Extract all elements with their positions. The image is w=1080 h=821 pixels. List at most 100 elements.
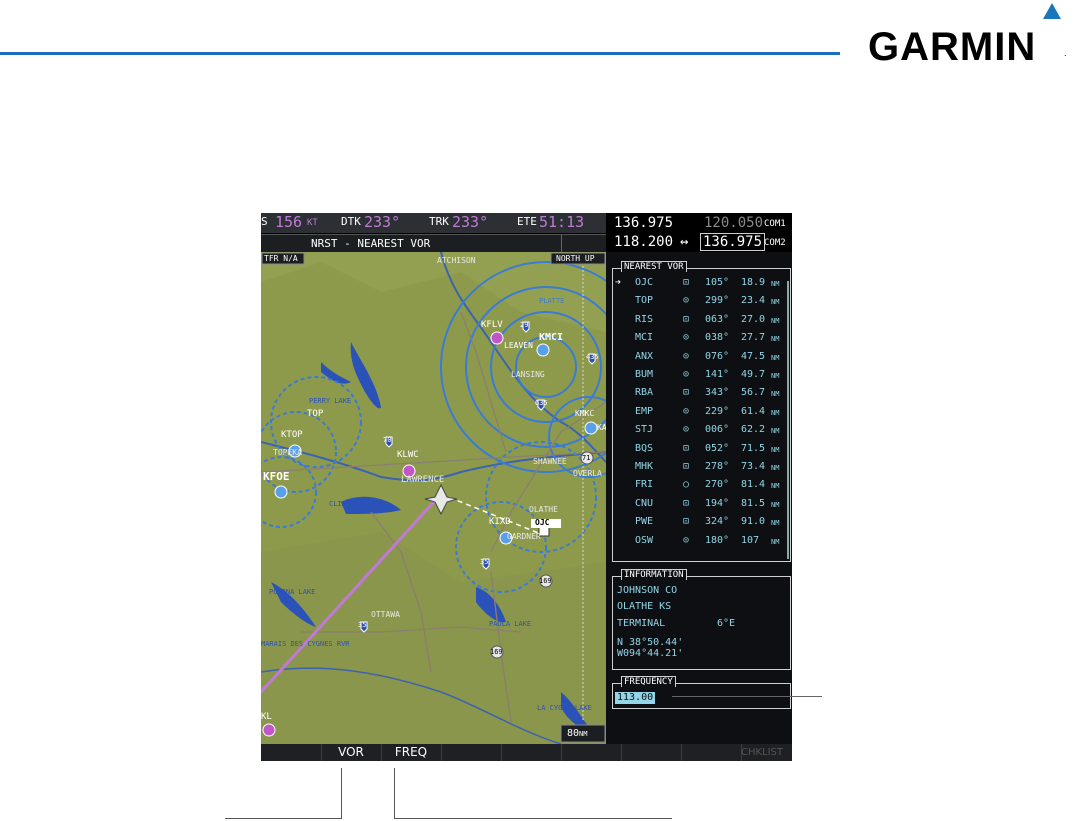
vor-symbol-icon: ⊡ (683, 442, 690, 454)
vor-list-item[interactable]: ➔ OJC ⊡ 105° 18.9 NM (613, 275, 790, 291)
map-label-la-cygne-lake: LA CYGNE LAKE (537, 704, 592, 712)
vor-distance: 62.2 (741, 424, 766, 436)
vor-bearing: 278° (705, 461, 730, 472)
map-label-clinton-lake: CLINTON LAKE (329, 500, 380, 508)
vor-list-item[interactable]: ANX ⊙ 076° 47.5 NM (613, 349, 790, 365)
vor-list-item[interactable]: BUM ⊙ 141° 49.7 NM (613, 367, 790, 383)
vor-list-item[interactable]: BQS ⊡ 052° 71.5 NM (613, 441, 790, 457)
softkey-bar: VOR FREQ CHKLIST (261, 744, 792, 761)
map-label-marais: MARAIS DES CYGNES RVR (261, 640, 350, 648)
map-range-unit: NM (579, 730, 588, 738)
garmin-delta-icon (1043, 3, 1061, 19)
navigation-map[interactable]: TFR N/A NORTH UP 80NM ATCHISON KFLV LEAV… (261, 252, 606, 744)
dtk-label: DTK (341, 215, 361, 228)
header-rule (0, 52, 840, 55)
vor-distance: 81.5 (741, 497, 766, 509)
nav-status-bar: S 156 KT DTK 233° TRK 233° ETE 51:13 (261, 213, 606, 233)
vor-distance-unit: NM (771, 427, 780, 436)
vor-bearing: 229° (705, 405, 730, 417)
softkey-6[interactable] (561, 744, 622, 761)
vor-list-item[interactable]: PWE ⊡ 324° 91.0 NM (613, 514, 790, 530)
map-label-platte: PLATTE (539, 297, 565, 305)
title-side-box (561, 235, 606, 252)
vor-list-item[interactable]: CNU ⊡ 194° 81.5 NM (613, 496, 790, 512)
softkey-1[interactable] (261, 744, 322, 761)
vor-bearing: 270° (705, 479, 730, 491)
softkey-5[interactable] (501, 744, 562, 761)
vor-bearing: 180° (705, 534, 730, 546)
vor-longitude: W094°44.21' (617, 648, 684, 659)
map-label-kflv: KFLV (481, 320, 503, 330)
softkey-vor[interactable]: VOR (321, 744, 382, 761)
frequency-label: FREQUENCY (621, 676, 676, 687)
tfr-status: TFR N/A (264, 254, 298, 263)
map-label-top: TOP (307, 409, 324, 419)
vor-identifier: MCI (635, 332, 654, 344)
vor-symbol-icon: ⊙ (683, 424, 690, 436)
frequency-value[interactable]: 113.00 (615, 692, 656, 704)
softkey-7[interactable] (621, 744, 682, 761)
highway-635: 635 (535, 399, 548, 407)
vor-distance-unit: NM (771, 482, 780, 491)
vor-list-item[interactable]: OSW ⊙ 180° 107 NM (613, 533, 790, 549)
vor-distance-unit: NM (771, 445, 780, 454)
page-title-bar: NRST - NEAREST VOR (261, 234, 606, 252)
vor-list-scrollbar[interactable] (787, 281, 789, 559)
vor-distance-unit: NM (771, 500, 780, 509)
vor-distance-unit: NM (771, 280, 780, 288)
com1-standby-freq[interactable]: 120.050 (704, 215, 763, 231)
nearest-vor-label: NEAREST VOR (621, 261, 687, 272)
map-label-atchison: ATCHISON (437, 256, 476, 265)
vor-identifier: TOP (635, 295, 654, 307)
callout-freq-horizontal (394, 818, 672, 819)
vor-symbol-icon: ⊙ (683, 350, 690, 362)
vor-list-item[interactable]: MHK ⊡ 278° 73.4 NM (613, 459, 790, 475)
swap-arrow-icon[interactable]: ↔ (680, 234, 688, 250)
map-label-leaven: LEAVEN (504, 341, 533, 350)
vor-symbol-icon: ⊙ (683, 332, 690, 344)
map-label-kmkc: KMKC (575, 409, 595, 418)
vor-bearing: 141° (705, 369, 730, 380)
vor-symbol-icon: ⊙ (683, 405, 690, 417)
vor-list-item[interactable]: RIS ⊡ 063° 27.0 NM (613, 312, 790, 328)
vor-identifier: ANX (635, 350, 654, 362)
vor-list-item[interactable]: TOP ⊙ 299° 23.4 NM (613, 293, 790, 309)
com1-label: COM1 (764, 219, 786, 229)
map-label-kixd: KIXD (489, 517, 511, 527)
callout-vor-vertical (341, 768, 342, 819)
map-label-kc: KA (597, 423, 606, 432)
gs-label: S (261, 215, 268, 228)
vor-identifier: OSW (635, 534, 654, 546)
vor-distance: 81.4 (741, 479, 766, 491)
vor-list-item[interactable]: MCI ⊙ 038° 27.7 NM (613, 330, 790, 346)
vor-distance: 91.0 (741, 516, 766, 528)
vor-distance: 27.0 (741, 313, 766, 325)
softkey-chklist[interactable]: CHKLIST (732, 744, 792, 761)
vor-identifier: RBA (635, 387, 654, 399)
vor-name: JOHNSON CO (617, 585, 678, 596)
vor-identifier: FRI (635, 479, 654, 491)
vor-list-item[interactable]: EMP ⊙ 229° 61.4 NM (613, 404, 790, 420)
com2-active-freq[interactable]: 118.200 (614, 234, 673, 250)
softkey-freq[interactable]: FREQ (381, 744, 442, 761)
com1-active-freq[interactable]: 136.975 (614, 215, 673, 231)
map-label-gardner: GARDNER (507, 532, 541, 541)
vor-city: OLATHE KS (617, 601, 672, 612)
vor-distance: 71.5 (741, 442, 766, 454)
map-range[interactable]: 80NM (567, 728, 587, 739)
vor-list-item[interactable]: FRI ○ 270° 81.4 NM (613, 477, 790, 493)
softkey-4[interactable] (441, 744, 502, 761)
vor-distance-unit: NM (771, 408, 780, 417)
vor-list-item[interactable]: RBA ⊡ 343° 56.7 NM (613, 385, 790, 401)
vor-bearing: 324° (705, 516, 730, 528)
vor-list-item[interactable]: STJ ⊙ 006° 62.2 NM (613, 422, 790, 438)
vor-identifier: EMP (635, 405, 654, 417)
highway-35-a: 35 (480, 558, 489, 566)
map-label-ojc: OJC (535, 518, 550, 527)
com2-standby-freq[interactable]: 136.975 (700, 233, 766, 251)
vor-bearing: 105° (705, 277, 730, 288)
ete-label: ETE (517, 215, 537, 228)
highway-169-b: 169 (490, 648, 503, 656)
vor-symbol-icon: ⊡ (683, 516, 690, 528)
map-label-topeka: TOPEKA (273, 448, 302, 457)
